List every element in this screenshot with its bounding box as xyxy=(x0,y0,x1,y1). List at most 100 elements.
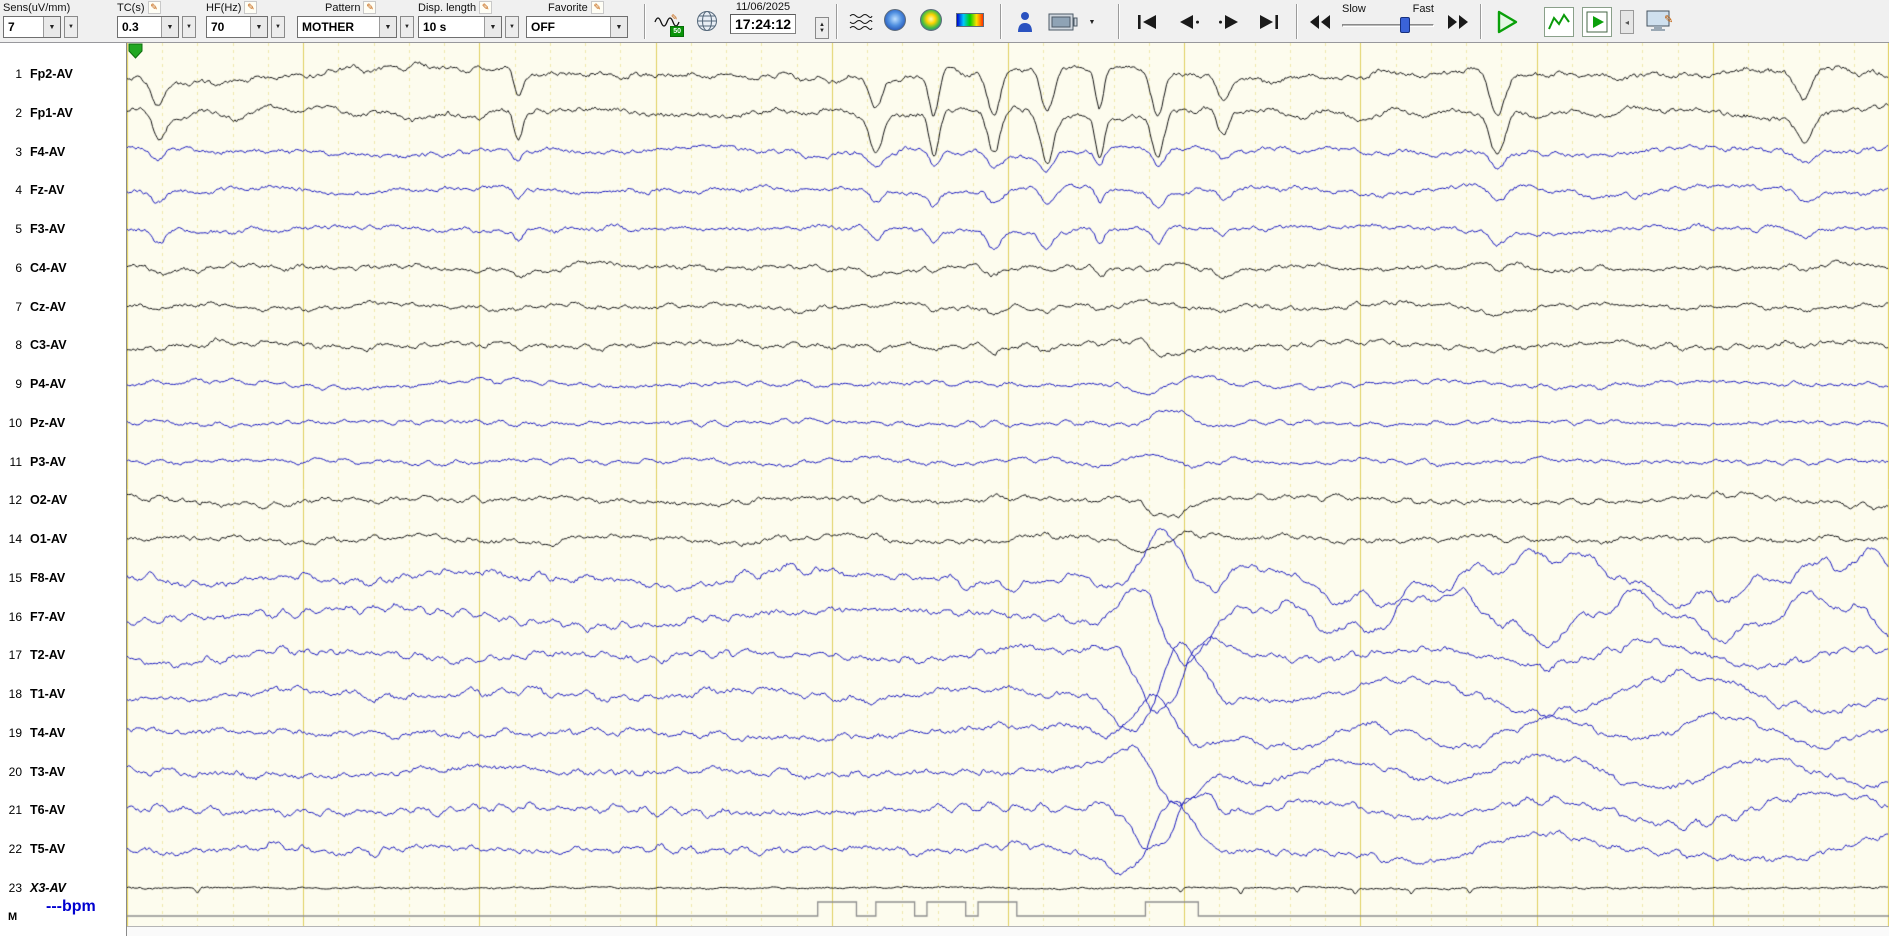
eeg-review-window: { "toolbar": { "sens": {"label": "Sens(u… xyxy=(0,0,1889,936)
head-map-rainbow-icon xyxy=(920,9,942,31)
eeg-trace-canvas[interactable] xyxy=(127,43,1889,936)
channel-label-row[interactable]: 8 C3-AV xyxy=(0,336,126,354)
display-length-dropdown-arrow-icon[interactable]: ▼ xyxy=(484,17,501,37)
channel-name: Fz-AV xyxy=(30,183,65,198)
channel-label-row[interactable]: 2 Fp1-AV xyxy=(0,104,126,122)
channel-name: P3-AV xyxy=(30,454,66,469)
marker-channel-label: M xyxy=(8,911,18,923)
patient-info-button[interactable] xyxy=(1012,8,1038,36)
time-spinner[interactable]: ▲ ▼ xyxy=(815,17,829,39)
sens-combobox[interactable]: 7 ▼ xyxy=(3,16,61,38)
hf-combobox[interactable]: 70 ▼ xyxy=(206,16,268,38)
channel-number: 1 xyxy=(15,67,22,81)
tc-spinner[interactable]: ▼ xyxy=(182,16,196,38)
skip-to-end-icon xyxy=(1260,15,1278,29)
channel-label-row[interactable]: 5 F3-AV xyxy=(0,220,126,238)
channel-name: T4-AV xyxy=(30,725,66,740)
trend-view-button[interactable] xyxy=(1544,7,1574,37)
hf-spinner[interactable]: ▼ xyxy=(271,16,285,38)
review-settings-button[interactable]: ✎ xyxy=(1644,7,1678,37)
channel-name: O2-AV xyxy=(30,493,68,508)
channel-label-row[interactable]: 15 F8-AV xyxy=(0,569,126,587)
favorite-dropdown-arrow-icon[interactable]: ▼ xyxy=(610,17,627,37)
notch-filter-50hz-button[interactable]: ✎ 50 xyxy=(652,8,684,37)
channel-number: 18 xyxy=(8,687,22,702)
brain-map-button[interactable] xyxy=(884,9,906,31)
channel-name: F7-AV xyxy=(30,609,66,624)
slow-label: Slow xyxy=(1342,3,1366,15)
video-dropdown-arrow-icon[interactable]: ▼ xyxy=(1086,15,1098,29)
timeline-scrollbar[interactable] xyxy=(127,926,1889,936)
channel-name: Cz-AV xyxy=(30,299,66,314)
play-button[interactable] xyxy=(1490,7,1522,37)
go-to-start-button[interactable] xyxy=(1132,10,1162,34)
tc-edit-pencil-icon[interactable]: ✎ xyxy=(147,1,161,14)
tc-combobox[interactable]: 0.3 ▼ xyxy=(117,16,179,38)
step-back-icon xyxy=(1180,15,1199,29)
collapse-panel-button[interactable]: ◂ xyxy=(1620,10,1634,34)
favorite-edit-pencil-icon[interactable]: ✎ xyxy=(590,1,604,14)
slider-groove xyxy=(1342,24,1434,27)
channel-label-row[interactable]: 11 P3-AV xyxy=(0,453,126,471)
channel-label-row[interactable]: 16 F7-AV xyxy=(0,608,126,626)
pattern-edit-pencil-icon[interactable]: ✎ xyxy=(363,1,377,14)
channel-label-row[interactable]: 20 T3-AV xyxy=(0,763,126,781)
heart-rate-text: ---bpm xyxy=(46,898,96,915)
pattern-combobox[interactable]: MOTHER ▼ xyxy=(297,16,397,38)
channel-label-row[interactable]: 7 Cz-AV xyxy=(0,298,126,316)
spectral-map-button[interactable] xyxy=(920,9,942,31)
channel-label-row[interactable]: 12 O2-AV xyxy=(0,491,126,509)
display-length-edit-pencil-icon[interactable]: ✎ xyxy=(479,1,493,14)
tc-control: TC(s) ✎ 0.3 ▼ ▼ xyxy=(117,1,196,38)
channel-label-row[interactable]: 6 C4-AV xyxy=(0,259,126,277)
globe-button[interactable] xyxy=(694,8,720,34)
channel-label-row[interactable]: 4 Fz-AV xyxy=(0,181,126,199)
step-back-button[interactable] xyxy=(1174,10,1204,34)
channel-label-row[interactable]: 21 T6-AV xyxy=(0,801,126,819)
channel-label-row[interactable]: 14 O1-AV xyxy=(0,530,126,548)
color-scale-button[interactable] xyxy=(956,13,984,27)
display-length-combobox[interactable]: 10 s ▼ xyxy=(418,16,502,38)
channel-label-row[interactable]: 19 T4-AV xyxy=(0,724,126,742)
fast-forward-button[interactable] xyxy=(1444,10,1472,34)
channel-name: T1-AV xyxy=(30,687,66,702)
head-map-blue-icon xyxy=(884,9,906,31)
person-icon xyxy=(1018,11,1032,32)
channel-number: 8 xyxy=(15,338,22,353)
channel-name: Fp2-AV xyxy=(30,67,73,81)
channel-label-row[interactable]: 9 P4-AV xyxy=(0,375,126,393)
pattern-dropdown-arrow-icon[interactable]: ▼ xyxy=(379,17,396,37)
page-marker-flag-icon[interactable] xyxy=(128,43,144,59)
hf-edit-pencil-icon[interactable]: ✎ xyxy=(244,1,258,14)
pattern-spinner[interactable]: ▼ xyxy=(400,16,414,38)
channel-label-row[interactable]: 1 Fp2-AV xyxy=(0,65,126,83)
channel-label-column: ---bpm M 1 Fp2-AV 2 Fp1-AV 3 F4-AV 4 Fz-AV 5 F3-A… xyxy=(0,43,127,936)
display-length-spinner[interactable]: ▼ xyxy=(505,16,519,38)
toolbar-separator xyxy=(1118,4,1120,39)
sens-label: Sens(uV/mm) xyxy=(3,1,71,14)
video-button[interactable] xyxy=(1046,9,1080,35)
channel-label-row[interactable]: 23 X3-AV xyxy=(0,879,126,897)
step-forward-button[interactable] xyxy=(1214,10,1244,34)
channel-label-row[interactable]: 18 T1-AV xyxy=(0,685,126,703)
hf-dropdown-arrow-icon[interactable]: ▼ xyxy=(250,17,267,37)
channel-label-row[interactable]: 3 F4-AV xyxy=(0,143,126,161)
speed-slider[interactable] xyxy=(1340,17,1436,33)
auto-review-button[interactable] xyxy=(1582,7,1612,37)
rewind-button[interactable] xyxy=(1306,10,1334,34)
sens-spinner[interactable]: ▼ xyxy=(64,16,78,38)
slider-handle[interactable] xyxy=(1399,17,1410,33)
favorite-combobox[interactable]: OFF ▼ xyxy=(526,16,628,38)
display-length-value: 10 s xyxy=(423,20,447,34)
channel-label-row[interactable]: 22 T5-AV xyxy=(0,840,126,858)
montage-button[interactable] xyxy=(846,8,876,36)
channel-label-row[interactable]: 17 T2-AV xyxy=(0,646,126,664)
time-text[interactable]: 17:24:12 xyxy=(730,14,797,34)
channel-label-row[interactable]: 10 Pz-AV xyxy=(0,414,126,432)
channel-name: T2-AV xyxy=(30,648,66,663)
go-to-end-button[interactable] xyxy=(1254,10,1284,34)
channel-name: O1-AV xyxy=(30,532,68,547)
sens-dropdown-arrow-icon[interactable]: ▼ xyxy=(43,17,60,37)
channel-name: Fp1-AV xyxy=(30,105,73,120)
tc-dropdown-arrow-icon[interactable]: ▼ xyxy=(161,17,178,37)
